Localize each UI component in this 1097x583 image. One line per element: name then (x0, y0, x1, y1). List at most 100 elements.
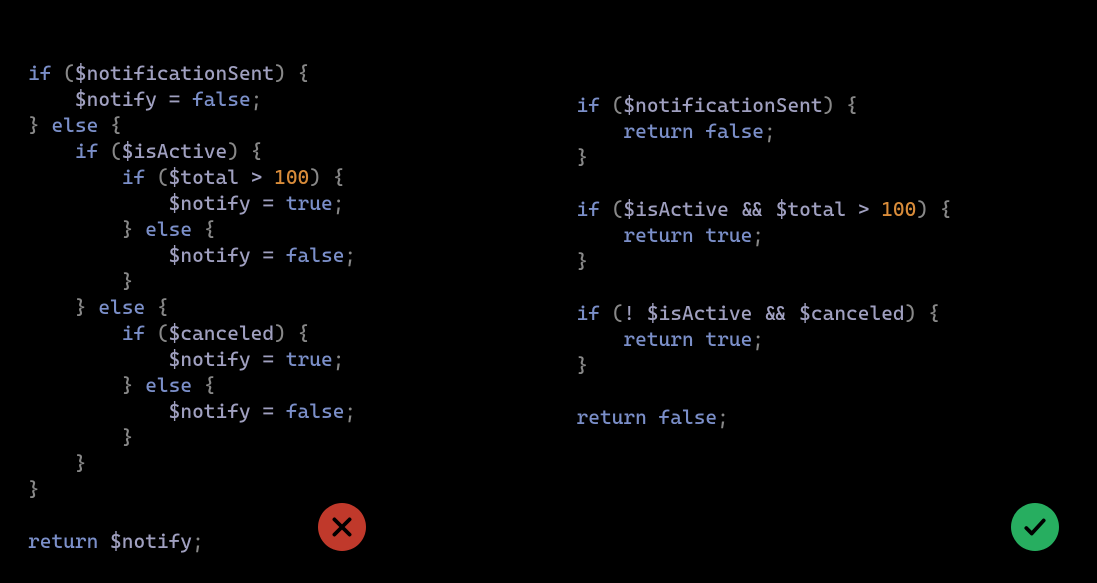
code-token (577, 119, 624, 143)
code-token: return (28, 529, 98, 553)
code-token: } (577, 249, 589, 273)
code-token: > (239, 165, 274, 189)
code-token (28, 243, 169, 267)
code-token: if (28, 61, 51, 85)
code-token: else (145, 217, 192, 241)
code-token (28, 139, 75, 163)
code-token: true (705, 223, 752, 247)
code-token (577, 275, 589, 299)
code-token: ; (333, 347, 345, 371)
code-token: } (122, 217, 145, 241)
code-token: ; (344, 399, 356, 423)
code-token: $canceled (169, 321, 274, 345)
code-token: ; (192, 529, 204, 553)
code-token (98, 529, 110, 553)
code-token: $total (169, 165, 239, 189)
code-token (577, 379, 589, 403)
code-token: ( (51, 61, 74, 85)
code-token: return (623, 119, 693, 143)
cross-icon (329, 514, 355, 540)
code-token: > (846, 197, 881, 221)
code-token: else (98, 295, 145, 319)
code-token: false (192, 87, 251, 111)
code-token: else (51, 113, 98, 137)
code-token (577, 327, 624, 351)
code-token: $canceled (799, 301, 904, 325)
code-token: { (145, 295, 168, 319)
code-token: ) { (823, 93, 858, 117)
code-token: } (122, 425, 134, 449)
code-token (647, 405, 659, 429)
bad-example-pane: if ($notificationSent) { $notify = false… (0, 0, 549, 583)
code-token: $notify (75, 87, 157, 111)
check-icon (1022, 514, 1048, 540)
code-token (577, 171, 589, 195)
code-token: $notify (169, 399, 251, 423)
code-token: = (251, 191, 286, 215)
code-token (28, 87, 75, 111)
code-token: && (752, 301, 799, 325)
code-token (28, 373, 122, 397)
code-token: } (75, 295, 98, 319)
code-token: else (145, 373, 192, 397)
cross-badge (318, 503, 366, 551)
code-token: $isActive (122, 139, 227, 163)
good-example-pane: if ($notificationSent) { return false; }… (549, 0, 1097, 583)
code-token (28, 399, 169, 423)
code-token: false (659, 405, 718, 429)
code-token: $notificationSent (623, 93, 822, 117)
code-token: if (577, 197, 600, 221)
code-token: 100 (881, 197, 916, 221)
code-token (694, 327, 706, 351)
code-token: $notificationSent (75, 61, 274, 85)
code-token: } (122, 373, 145, 397)
code-token: } (577, 353, 589, 377)
code-token: $isActive (623, 197, 728, 221)
code-token (28, 217, 122, 241)
code-token (28, 425, 122, 449)
code-token: ! (623, 301, 646, 325)
code-token: if (122, 321, 145, 345)
code-token: } (28, 113, 51, 137)
code-token: $notify (169, 347, 251, 371)
code-token: $notify (110, 529, 192, 553)
code-token: { (192, 217, 215, 241)
code-token (28, 503, 40, 527)
code-token: } (122, 269, 134, 293)
code-token: return (623, 223, 693, 247)
code-token: && (729, 197, 776, 221)
code-token: ; (333, 191, 345, 215)
code-token: ; (251, 87, 263, 111)
comparison-container: if ($notificationSent) { $notify = false… (0, 0, 1097, 583)
code-token: if (577, 93, 600, 117)
code-token: $total (776, 197, 846, 221)
code-token (694, 119, 706, 143)
code-token: return (623, 327, 693, 351)
code-token (28, 165, 122, 189)
code-token: true (705, 327, 752, 351)
code-token: { (98, 113, 121, 137)
bad-code-block: if ($notificationSent) { $notify = false… (28, 60, 521, 554)
code-token: $isActive (647, 301, 752, 325)
code-token: $notify (169, 243, 251, 267)
code-token: ( (145, 321, 168, 345)
good-code-block: if ($notificationSent) { return false; }… (577, 92, 1070, 430)
code-token: ; (764, 119, 776, 143)
code-token: = (251, 347, 286, 371)
code-token: ( (145, 165, 168, 189)
code-token: ; (344, 243, 356, 267)
code-token: = (251, 399, 286, 423)
code-token: $notify (169, 191, 251, 215)
code-token (577, 223, 624, 247)
code-token (28, 321, 122, 345)
code-token: = (157, 87, 192, 111)
code-token: true (286, 191, 333, 215)
code-token (28, 451, 75, 475)
code-token (28, 269, 122, 293)
code-token: 100 (274, 165, 309, 189)
code-token: ) { (916, 197, 951, 221)
code-token: ( (600, 301, 623, 325)
code-token: ) { (274, 61, 309, 85)
code-token: ( (98, 139, 121, 163)
code-token: ) { (227, 139, 262, 163)
